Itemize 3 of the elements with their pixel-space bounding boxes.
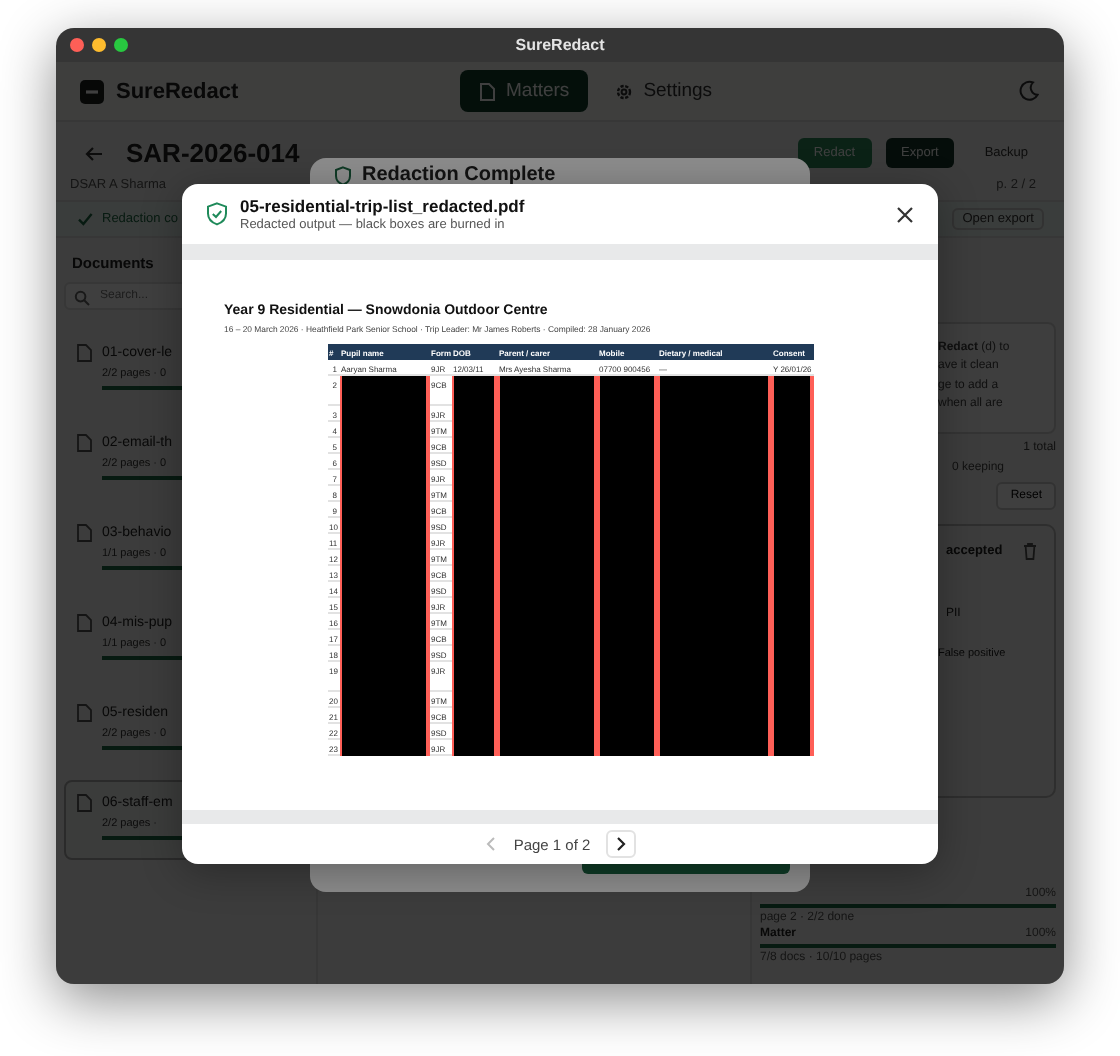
dialog-title: 05-residential-trip-list_redacted.pdf: [240, 196, 525, 216]
window-title: SureRedact: [513, 36, 607, 54]
dialog-title: Redaction Complete: [362, 164, 556, 186]
